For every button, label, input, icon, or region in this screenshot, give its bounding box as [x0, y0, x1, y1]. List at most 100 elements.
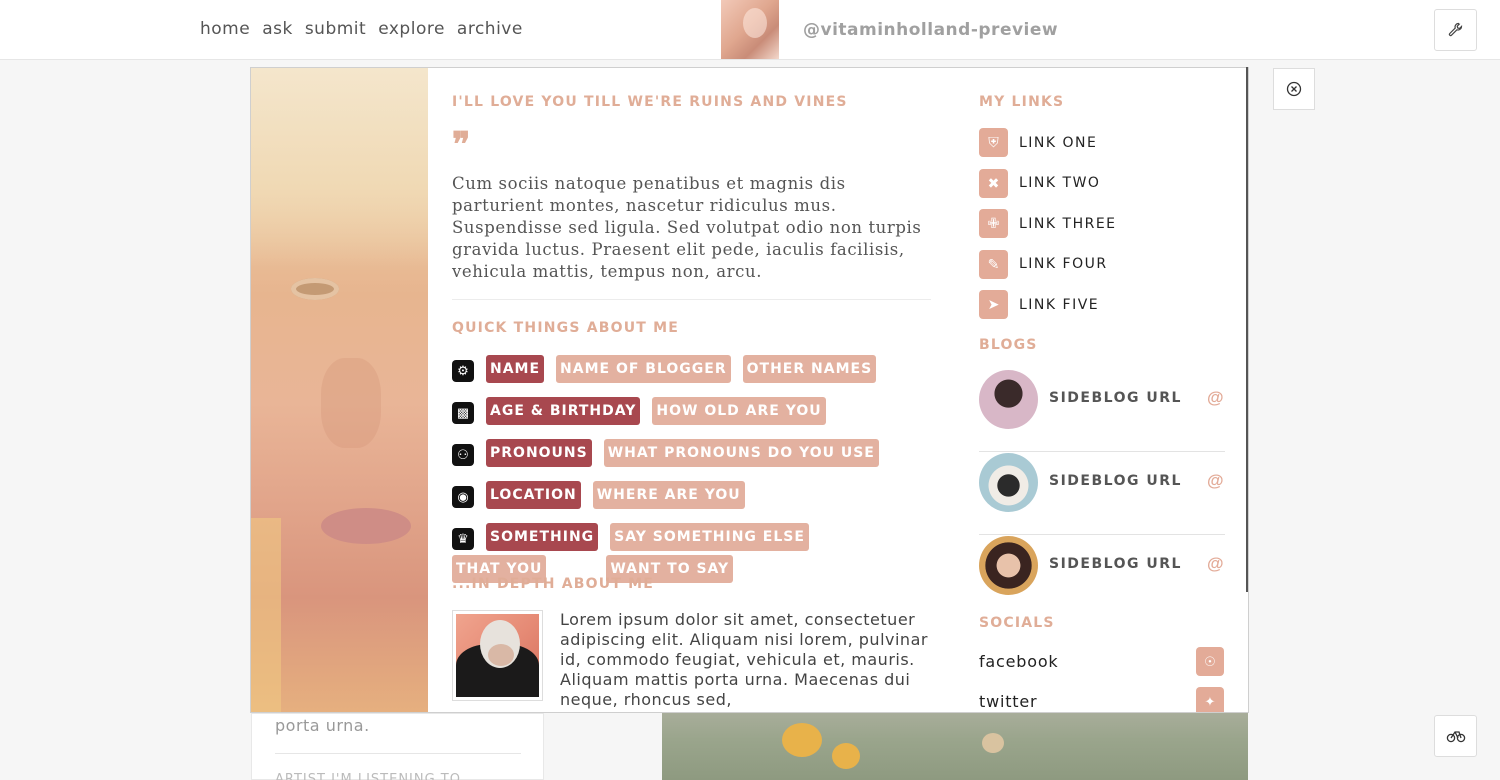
portrait-lips [321, 508, 411, 544]
facebook-icon[interactable]: ☉ [1196, 647, 1224, 676]
globe-icon: ◉ [452, 486, 474, 508]
tag-value: SAY SOMETHING ELSE [610, 523, 809, 551]
photo-shape [488, 644, 514, 666]
nav-archive[interactable]: archive [457, 19, 523, 39]
nav-submit[interactable]: submit [305, 19, 366, 39]
twitter-icon[interactable]: ✦ [1196, 687, 1224, 712]
portrait-hair [251, 68, 428, 268]
tag-value: WHERE ARE YOU [592, 481, 745, 509]
blog-url: SIDEBLOG URL [1049, 473, 1182, 489]
avatar [979, 370, 1038, 429]
tag-value: WHAT PRONOUNS DO YOU USE [603, 439, 879, 467]
blogs-title: BLOGS [979, 337, 1038, 353]
tag-label: LOCATION [486, 481, 581, 509]
blog-name[interactable]: @vitaminholland-preview [803, 20, 1058, 40]
quick-row-location: ◉ LOCATION WHERE ARE YOU [452, 481, 932, 513]
divider [452, 299, 931, 300]
social-name: twitter [979, 692, 1038, 711]
social-item-twitter[interactable]: twitter ✦ [979, 687, 1225, 712]
main-nav: home ask submit explore archive [200, 19, 523, 39]
portrait-eye [291, 278, 339, 300]
close-button[interactable] [1273, 68, 1315, 110]
quick-things-list: ⚙ NAME NAME OF BLOGGER OTHER NAMES ▩ AGE… [452, 355, 932, 597]
background-text: porta urna. [275, 716, 370, 735]
bio-photo-image [456, 614, 539, 697]
crown-icon: ♛ [452, 528, 474, 550]
tag-label: AGE & BIRTHDAY [486, 397, 641, 425]
social-item-facebook[interactable]: facebook ☉ [979, 647, 1225, 687]
blog-url: SIDEBLOG URL [1049, 390, 1182, 406]
social-name: facebook [979, 652, 1059, 671]
socials-list: facebook ☉ twitter ✦ [979, 647, 1225, 712]
quick-row-name: ⚙ NAME NAME OF BLOGGER OTHER NAMES [452, 355, 932, 387]
wrench-icon [1448, 22, 1462, 37]
quote-icon: ❞ [452, 125, 471, 165]
nav-home[interactable]: home [200, 19, 250, 39]
about-title: I'LL LOVE YOU TILL WE'RE RUINS AND VINES [452, 94, 848, 110]
rocket-icon: ➤ [979, 290, 1008, 319]
tag-value: HOW OLD ARE YOU [652, 397, 826, 425]
link-item-one[interactable]: ⛨ LINK ONE [979, 128, 1117, 157]
blog-item[interactable]: SIDEBLOG URL @ [979, 535, 1225, 618]
nav-explore[interactable]: explore [378, 19, 445, 39]
at-icon[interactable]: @ [1207, 554, 1224, 574]
user-icon: ⚙ [452, 360, 474, 382]
socials-title: SOCIALS [979, 615, 1055, 631]
quick-row-age: ▩ AGE & BIRTHDAY HOW OLD ARE YOU [452, 397, 932, 429]
avatar [979, 453, 1038, 512]
about-main-column: I'LL LOVE YOU TILL WE'RE RUINS AND VINES… [428, 68, 954, 712]
cake-icon: ▩ [452, 402, 474, 424]
close-icon [1286, 81, 1302, 97]
cross-icon: ✖ [979, 168, 1008, 198]
blog-item[interactable]: SIDEBLOG URL @ [979, 452, 1225, 535]
portrait-nose [321, 358, 381, 448]
background-post: porta urna. ARTIST I'M LISTENING TO [251, 713, 544, 780]
about-side-column: MY LINKS ⛨ LINK ONE ✖ LINK TWO ✙ LINK TH… [955, 68, 1248, 712]
top-bar: home ask submit explore archive @vitamin… [0, 0, 1500, 60]
portrait-image [251, 68, 428, 712]
flower-shape [982, 733, 1004, 753]
quick-things-title: QUICK THINGS ABOUT ME [452, 320, 680, 336]
flower-shape [782, 723, 822, 757]
blogs-list: SIDEBLOG URL @ SIDEBLOG URL @ SIDEBLOG U… [979, 369, 1225, 618]
bicycle-icon [1446, 731, 1465, 743]
at-icon[interactable]: @ [1207, 471, 1224, 491]
divider [275, 753, 521, 754]
link-item-three[interactable]: ✙ LINK THREE [979, 209, 1117, 238]
link-item-four[interactable]: ✎ LINK FOUR [979, 249, 1117, 279]
avatar [979, 536, 1038, 595]
background-flower-photo [662, 713, 1248, 780]
flower-shape [832, 743, 860, 769]
tag-value: OTHER NAMES [742, 355, 877, 383]
link-item-five[interactable]: ➤ LINK FIVE [979, 290, 1117, 319]
link-label: LINK FIVE [1019, 296, 1100, 313]
portrait-shade [251, 518, 281, 712]
bio-text: Lorem ipsum dolor sit amet, consectetuer… [560, 610, 928, 709]
nav-ask[interactable]: ask [262, 19, 293, 39]
tag-label: PRONOUNS [486, 439, 592, 467]
bio-photo [452, 610, 543, 701]
links-list: ⛨ LINK ONE ✖ LINK TWO ✙ LINK THREE ✎ LIN… [979, 128, 1117, 331]
link-label: LINK THREE [1019, 215, 1117, 232]
link-item-two[interactable]: ✖ LINK TWO [979, 168, 1117, 198]
blog-item[interactable]: SIDEBLOG URL @ [979, 369, 1225, 452]
about-paragraph: Cum sociis natoque penatibus et magnis d… [452, 174, 922, 281]
about-modal: I'LL LOVE YOU TILL WE'RE RUINS AND VINES… [250, 67, 1249, 713]
background-text-2: ARTIST I'M LISTENING TO [275, 772, 461, 780]
tag-value: NAME OF BLOGGER [556, 355, 731, 383]
link-label: LINK FOUR [1019, 256, 1108, 272]
pronoun-icon: ⚇ [452, 444, 474, 466]
bandage-icon: ✙ [979, 209, 1008, 238]
tag-label: SOMETHING [486, 523, 599, 551]
link-label: LINK ONE [1019, 134, 1098, 151]
blog-avatar[interactable] [721, 0, 779, 59]
customize-button[interactable] [1434, 9, 1477, 51]
shield-icon: ⛨ [979, 128, 1008, 157]
at-icon[interactable]: @ [1207, 388, 1224, 408]
scroll-track[interactable] [1246, 67, 1248, 592]
theme-credit-button[interactable] [1434, 715, 1477, 757]
quick-row-pronouns: ⚇ PRONOUNS WHAT PRONOUNS DO YOU USE [452, 439, 932, 471]
tag-label: NAME [486, 355, 545, 383]
links-title: MY LINKS [979, 94, 1065, 110]
link-label: LINK TWO [1019, 175, 1101, 191]
